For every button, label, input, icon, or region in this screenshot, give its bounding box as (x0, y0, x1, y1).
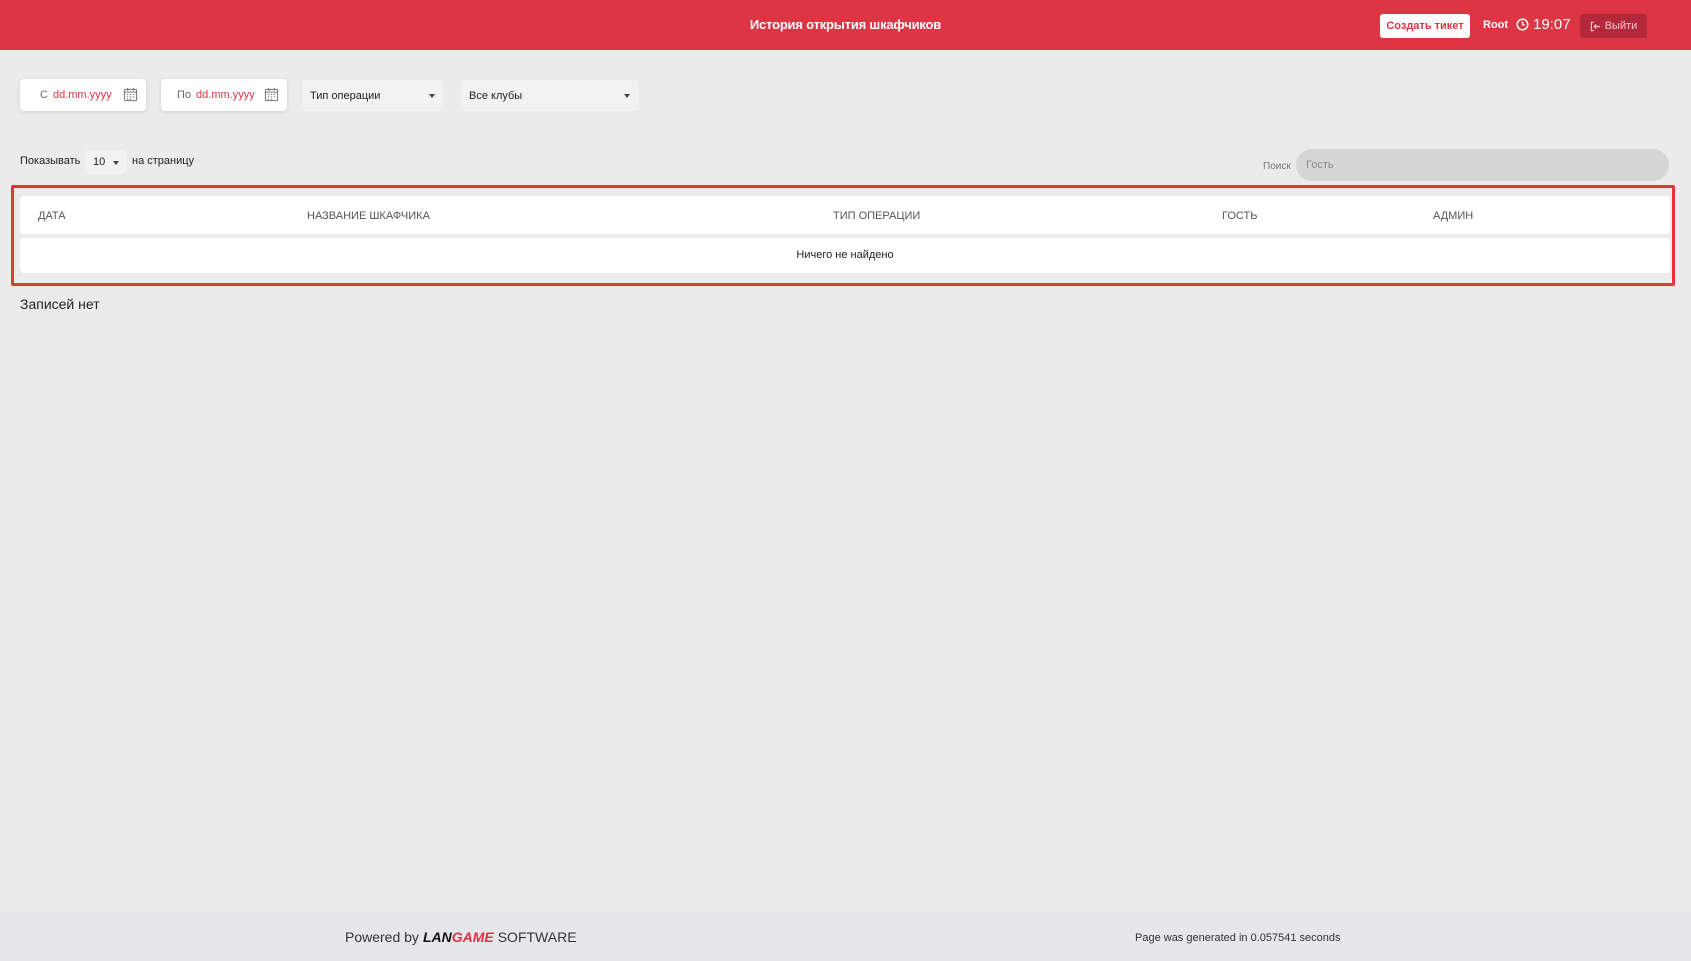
date-from-value[interactable]: dd.mm.yyyy (53, 89, 112, 101)
column-locker-name[interactable]: НАЗВАНИЕ ШКАФЧИКА (307, 210, 430, 222)
clock-icon (1516, 18, 1529, 31)
table-header: ДАТА НАЗВАНИЕ ШКАФЧИКА ТИП ОПЕРАЦИИ ГОСТ… (20, 196, 1670, 234)
per-page-label: на страницу (132, 155, 195, 167)
page-size-select[interactable]: 10 (85, 150, 126, 174)
records-status: Записей нет (20, 296, 100, 312)
powered-by-label: Powered by (345, 929, 419, 945)
calendar-icon[interactable] (123, 87, 138, 102)
column-admin[interactable]: АДМИН (1433, 210, 1473, 222)
operation-type-select[interactable]: Тип операции (302, 80, 443, 111)
calendar-icon[interactable] (264, 87, 279, 102)
logout-button[interactable]: Выйти (1580, 14, 1647, 38)
club-value: Все клубы (469, 89, 523, 102)
club-select[interactable]: Все клубы (461, 80, 638, 111)
logout-label: Выйти (1604, 20, 1638, 32)
create-ticket-button[interactable]: Создать тикет (1380, 14, 1470, 38)
clock: 19:07 (1516, 16, 1571, 33)
chevron-down-icon (624, 94, 630, 98)
chevron-down-icon (113, 161, 119, 165)
date-to-value[interactable]: dd.mm.yyyy (196, 89, 255, 101)
brand-logo-lan: LAN (422, 929, 452, 945)
search-label: Поиск (1263, 161, 1291, 172)
date-from-field[interactable]: С dd.mm.yyyy (20, 79, 146, 111)
clock-time: 19:07 (1533, 16, 1571, 33)
column-operation-type[interactable]: ТИП ОПЕРАЦИИ (833, 210, 920, 222)
powered-by: Powered by LAN GAME SOFTWARE (345, 929, 577, 945)
logout-icon (1590, 21, 1600, 31)
date-to-label: По (177, 89, 192, 101)
column-guest[interactable]: ГОСТЬ (1222, 210, 1257, 222)
footer (0, 912, 1691, 961)
column-date[interactable]: ДАТА (38, 210, 66, 222)
date-from-label: С (40, 89, 48, 101)
page-size-value: 10 (93, 156, 106, 168)
date-to-field[interactable]: По dd.mm.yyyy (161, 79, 287, 111)
table-empty-row: Ничего не найдено (20, 238, 1670, 273)
show-label: Показывать (20, 155, 81, 167)
brand-software: SOFTWARE (497, 929, 577, 945)
chevron-down-icon (429, 94, 435, 98)
operation-type-value: Тип операции (310, 89, 381, 102)
generation-time: Page was generated in 0.057541 seconds (1135, 932, 1341, 944)
brand-logo-game: GAME (451, 929, 494, 945)
user-name: Root (1483, 19, 1509, 31)
search-input[interactable] (1296, 149, 1669, 181)
